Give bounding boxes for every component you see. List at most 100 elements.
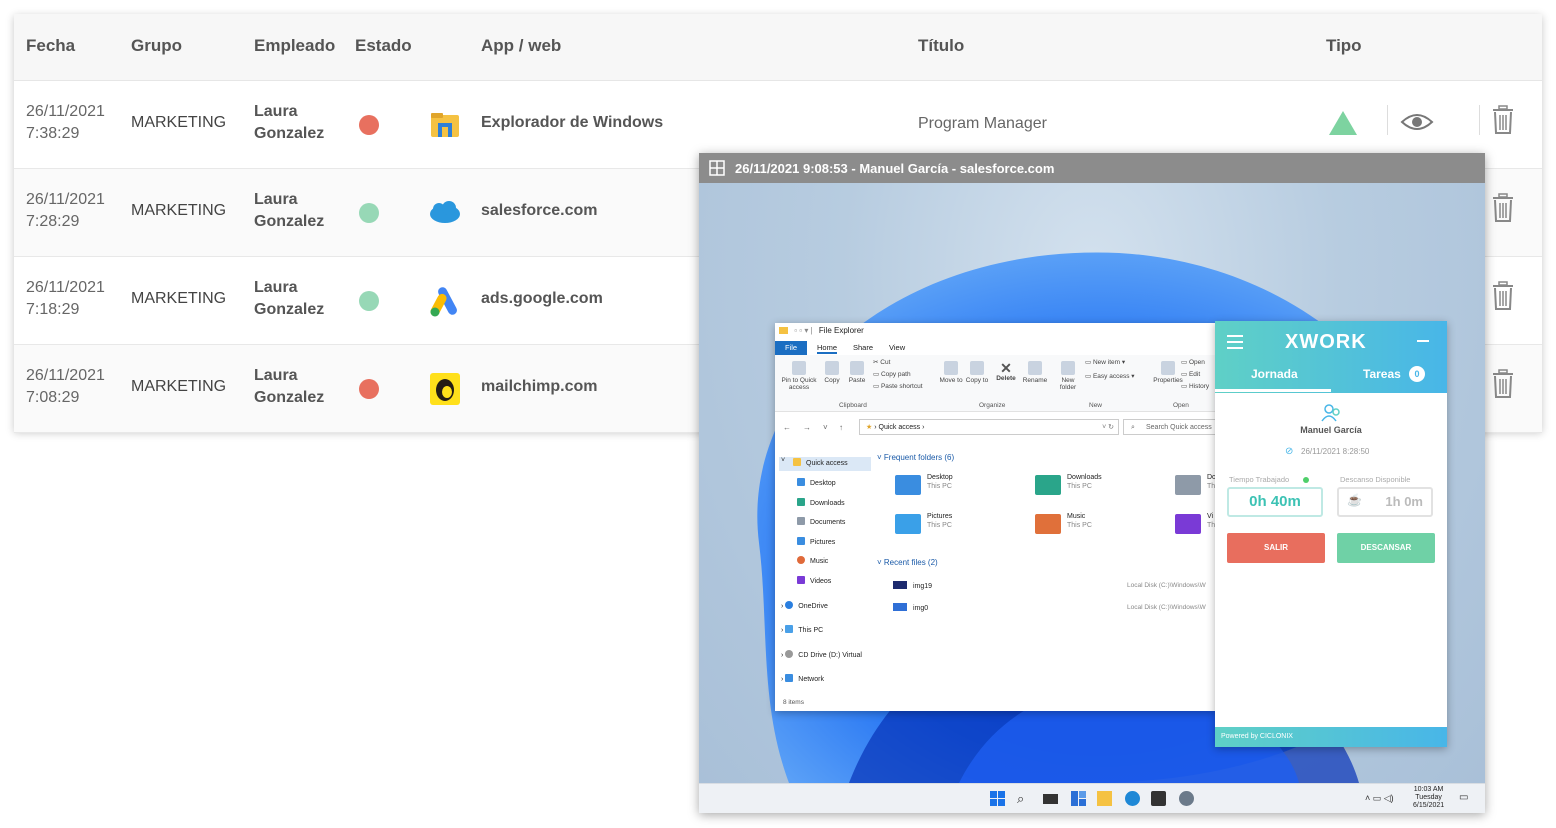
history-button[interactable]: ▭ History [1181, 383, 1209, 390]
forward-icon[interactable]: → [803, 423, 811, 432]
header-grupo[interactable]: Grupo [131, 36, 182, 56]
tab-view[interactable]: View [889, 343, 905, 352]
user-group-icon [1321, 404, 1340, 422]
clock-icon: ⊘ [1285, 446, 1294, 457]
file-explorer-taskbar-icon[interactable] [1097, 791, 1112, 806]
search-input[interactable]: ⌕ Search Quick access [1123, 419, 1215, 435]
exit-button[interactable]: SALIR [1227, 533, 1325, 563]
sidebar-item-onedrive[interactable]: › OneDrive [781, 601, 828, 613]
move-icon [944, 361, 958, 375]
row-app: Explorador de Windows [481, 114, 664, 131]
windows-start-icon[interactable] [990, 791, 1005, 806]
xwork-user-name: Manuel García [1300, 425, 1362, 435]
status-dot [359, 203, 379, 223]
hamburger-menu-icon[interactable] [1227, 335, 1243, 349]
recent-files-header[interactable]: ˅ Recent files (2) [877, 558, 938, 567]
sidebar-item-desktop[interactable]: Desktop [797, 478, 836, 490]
row-time: 7:18:29 [26, 301, 80, 318]
properties-button[interactable]: Properties [1151, 361, 1185, 384]
easy-access-button[interactable]: ▭ Easy access ▾ [1085, 373, 1135, 380]
chevron-down-icon[interactable]: ˅ [781, 457, 785, 464]
ribbon-group-clipboard: Clipboard [839, 402, 867, 409]
move-to-button[interactable]: Move to [939, 361, 963, 384]
tab-share[interactable]: Share [853, 343, 873, 352]
paste-icon [850, 361, 864, 375]
employee-last-name: Gonzalez [254, 389, 325, 406]
up-icon[interactable]: ↑ [839, 423, 843, 432]
trash-icon[interactable] [1491, 193, 1515, 223]
system-tray-icons[interactable]: ˄ ▭ ◁) [1365, 793, 1394, 804]
delete-x-icon: ✕ [1000, 360, 1012, 376]
rest-button[interactable]: DESCANSAR [1337, 533, 1435, 563]
header-app[interactable]: App / web [481, 36, 561, 56]
tab-tareas[interactable]: Tareas [1363, 367, 1401, 381]
recent-locations-icon[interactable]: ˅ [823, 423, 828, 432]
paste-button[interactable]: Paste [845, 361, 869, 384]
header-empleado[interactable]: Empleado [254, 36, 335, 56]
sidebar-item-music[interactable]: Music [797, 556, 828, 568]
preview-titlebar[interactable]: 26/11/2021 9:08:53 - Manuel García - sal… [699, 153, 1485, 183]
rename-button[interactable]: Rename [1021, 361, 1049, 384]
header-titulo[interactable]: Título [918, 36, 964, 56]
employee-first-name: Laura [254, 279, 298, 296]
header-estado[interactable]: Estado [355, 36, 412, 56]
screenshot-preview[interactable]: 26/11/2021 9:08:53 - Manuel García - sal… [699, 153, 1485, 813]
recent-file-row[interactable]: img0 [893, 603, 928, 612]
back-icon[interactable]: ← [783, 423, 791, 432]
tab-jornada[interactable]: Jornada [1251, 367, 1298, 381]
task-view-icon[interactable] [1043, 794, 1058, 804]
tab-file[interactable]: File [775, 341, 807, 355]
trash-icon[interactable] [1491, 281, 1515, 311]
employee-first-name: Laura [254, 103, 298, 120]
sidebar-item-quick-access[interactable]: Quick access [793, 458, 848, 470]
copy-path-button[interactable]: ▭ Copy path [873, 371, 911, 378]
pin-button[interactable]: Pin to Quick access [779, 361, 819, 391]
copy-to-button[interactable]: Copy to [965, 361, 989, 384]
eye-icon[interactable] [1400, 111, 1434, 133]
sidebar-item-this-pc[interactable]: › This PC [781, 625, 823, 637]
active-tab-underline [1215, 389, 1331, 392]
sidebar-item-videos[interactable]: Videos [797, 576, 831, 588]
frequent-folders-header[interactable]: ˅ Frequent folders (6) [877, 453, 954, 462]
tab-home[interactable]: Home [817, 343, 838, 354]
recent-file-row[interactable]: img19 [893, 581, 932, 590]
trash-icon[interactable] [1491, 369, 1515, 399]
expand-icon[interactable] [709, 160, 725, 176]
delete-button[interactable]: ✕ Delete [993, 361, 1019, 382]
file-explorer-window[interactable]: ▫ ▫ ▾ | File Explorer File Home Share Vi… [775, 323, 1215, 711]
refresh-icon[interactable]: ˅ ↻ [1102, 420, 1114, 436]
sidebar-item-cd-drive[interactable]: › CD Drive (D:) Virtual [781, 650, 862, 662]
music-folder-icon [1035, 514, 1061, 534]
new-item-button[interactable]: ▭ New item ▾ [1085, 359, 1125, 366]
settings-gear-icon[interactable] [1179, 791, 1194, 806]
edit-button[interactable]: ▭ Edit [1181, 371, 1200, 378]
edge-browser-icon[interactable] [1125, 791, 1140, 806]
cut-button[interactable]: ✂ Cut [873, 359, 890, 366]
header-tipo[interactable]: Tipo [1326, 36, 1362, 56]
xwork-widget[interactable]: XWORK Jornada Tareas 0 Manuel García ⊘ 2… [1215, 321, 1447, 747]
minimize-icon[interactable] [1417, 340, 1429, 342]
sidebar-item-downloads[interactable]: Downloads [797, 498, 845, 510]
sidebar-item-pictures[interactable]: Pictures [797, 537, 835, 549]
new-folder-button[interactable]: New folder [1055, 361, 1081, 391]
sidebar-item-network[interactable]: › Network [781, 674, 824, 686]
row-time: 7:28:29 [26, 213, 80, 230]
search-icon[interactable]: ⌕ [1017, 791, 1032, 806]
status-dot [359, 291, 379, 311]
sidebar-item-documents[interactable]: Documents [797, 517, 845, 529]
open-button[interactable]: ▭ Open [1181, 359, 1205, 366]
store-icon[interactable] [1151, 791, 1166, 806]
header-fecha[interactable]: Fecha [26, 36, 75, 56]
address-bar[interactable]: ★ › Quick access › ˅ ↻ [859, 419, 1119, 435]
widgets-icon[interactable] [1071, 791, 1086, 806]
trash-icon[interactable] [1491, 105, 1515, 135]
copy-button[interactable]: Copy [821, 361, 843, 384]
divider [1479, 105, 1480, 135]
folder-icon [779, 327, 788, 334]
quick-access-toolbar-icon[interactable]: ▫ ▫ ▾ | [794, 326, 812, 335]
salesforce-icon [430, 201, 460, 223]
paste-shortcut-button[interactable]: ▭ Paste shortcut [873, 383, 923, 390]
notification-icon[interactable]: ▭ [1459, 792, 1468, 803]
status-bar-item-count: 8 items [783, 699, 804, 706]
taskbar-clock[interactable]: 10:03 AM Tuesday 6/15/2021 [1413, 786, 1444, 810]
